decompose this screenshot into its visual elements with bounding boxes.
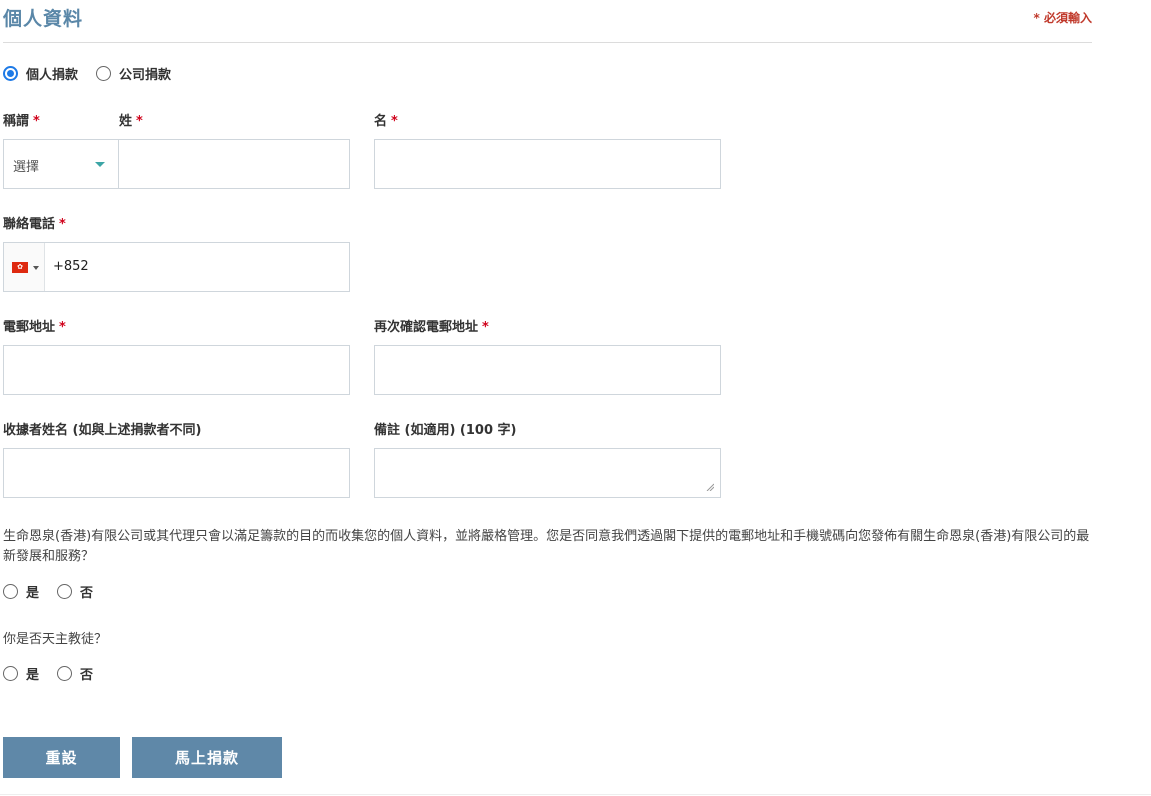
receipt-name-input[interactable] (3, 448, 350, 498)
resize-handle-icon[interactable] (706, 483, 714, 491)
catholic-no-radio[interactable] (57, 666, 73, 681)
consent-yes-radio[interactable] (3, 584, 18, 599)
given-name-input[interactable] (374, 139, 721, 189)
individual-donation-radio[interactable] (3, 66, 18, 81)
email-label: 電郵地址 * (3, 316, 66, 335)
required-note: * 必須輸入 (1033, 11, 1092, 25)
title-label: 稱謂 * (3, 110, 40, 129)
catholic-no-label[interactable]: 否 (80, 664, 93, 683)
title-select[interactable]: 選擇 (3, 139, 119, 189)
required-star: * (59, 320, 66, 335)
phone-code: +852 (53, 259, 89, 274)
company-donation-label[interactable]: 公司捐款 (119, 64, 171, 83)
catholic-options: 是 否 (3, 664, 111, 683)
country-code-dropdown[interactable]: ✿ (4, 243, 45, 291)
donate-now-button[interactable]: 馬上捐款 (132, 737, 282, 778)
consent-no-label[interactable]: 否 (80, 582, 93, 601)
title-select-value: 選擇 (13, 160, 40, 175)
surname-input[interactable] (118, 139, 350, 189)
email-confirm-label: 再次確認電郵地址 * (374, 316, 489, 335)
chevron-down-icon (95, 162, 105, 167)
phone-label-text: 聯絡電話 (3, 217, 56, 232)
catholic-question: 你是否天主教徒？ (3, 632, 108, 647)
email-confirm-input[interactable] (374, 345, 721, 395)
catholic-yes-radio[interactable] (3, 666, 18, 681)
hong-kong-flag-icon: ✿ (12, 262, 28, 273)
title-label-text: 稱謂 (3, 114, 30, 129)
phone-input[interactable]: ✿ +852 (3, 242, 350, 292)
required-star: * (59, 217, 66, 232)
required-star: * (136, 114, 143, 129)
remarks-textarea[interactable] (374, 448, 721, 498)
required-star: * (391, 114, 398, 129)
email-input[interactable] (3, 345, 350, 395)
bottom-divider (0, 794, 1151, 795)
reset-button[interactable]: 重設 (3, 737, 120, 778)
donor-type-group: 個人捐款 公司捐款 (3, 64, 189, 83)
catholic-yes-label[interactable]: 是 (26, 664, 39, 683)
given-name-label: 名 * (374, 110, 398, 129)
consent-no-radio[interactable] (57, 584, 73, 599)
page-title: 個人資料 (3, 8, 84, 30)
remarks-label: 備註 (如適用) (100 字) (374, 423, 517, 438)
phone-label: 聯絡電話 * (3, 213, 66, 232)
email-confirm-label-text: 再次確認電郵地址 (374, 320, 479, 335)
surname-label: 姓 * (119, 110, 143, 129)
consent-options: 是 否 (3, 582, 111, 601)
consent-question: 生命恩泉(香港)有限公司或其代理只會以滿足籌款的目的而收集您的個人資料，並將嚴格… (3, 529, 1090, 564)
required-star: * (33, 114, 40, 129)
email-label-text: 電郵地址 (3, 320, 56, 335)
given-name-label-text: 名 (374, 114, 388, 129)
company-donation-radio[interactable] (96, 66, 112, 81)
title-divider (3, 42, 1092, 43)
receipt-name-label: 收據者姓名 (如與上述捐款者不同) (3, 423, 202, 438)
chevron-down-icon (33, 266, 39, 270)
individual-donation-label[interactable]: 個人捐款 (26, 64, 78, 83)
required-star: * (482, 320, 489, 335)
consent-yes-label[interactable]: 是 (26, 582, 39, 601)
surname-label-text: 姓 (119, 114, 133, 129)
